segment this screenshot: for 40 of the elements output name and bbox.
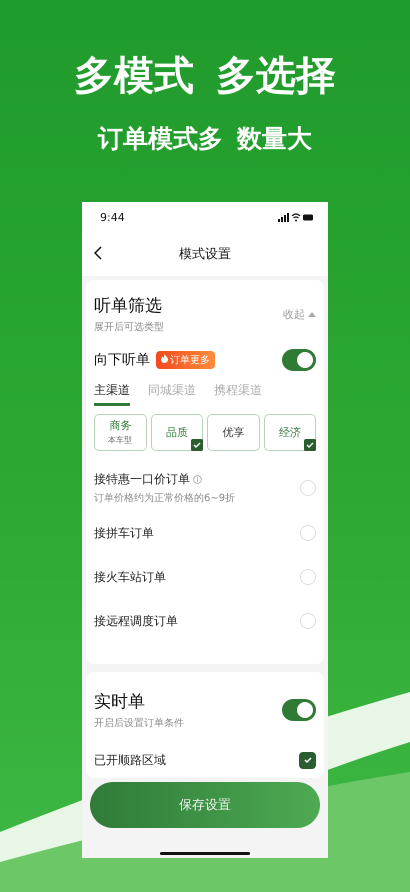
- flame-icon: [161, 354, 168, 363]
- check-icon: [191, 439, 203, 451]
- page-title: 模式设置: [179, 246, 231, 263]
- realtime-toggle[interactable]: [282, 699, 316, 721]
- car-type-option[interactable]: 商务 本车型: [94, 414, 146, 451]
- info-icon[interactable]: [193, 475, 202, 484]
- check-icon: [304, 439, 316, 451]
- status-icons-drawing: [278, 212, 314, 222]
- option-checkbox[interactable]: [300, 613, 316, 629]
- car-type-option[interactable]: 经济: [264, 414, 316, 451]
- option-hint: 订单价格约为正常价格的6~9折: [94, 492, 236, 505]
- check-icon: [304, 756, 312, 764]
- status-time: 9:44: [100, 210, 125, 224]
- option-checkbox[interactable]: [300, 525, 316, 541]
- option-label: 接特惠一口价订单: [94, 471, 190, 488]
- section-title: 实时单: [94, 691, 146, 713]
- option-checkbox[interactable]: [300, 480, 316, 496]
- headline: 多模式: [74, 52, 194, 100]
- section-subtitle: 开启后设置订单条件: [94, 716, 184, 730]
- collapse-toggle[interactable]: 收起: [283, 306, 316, 322]
- section-subtitle: 展开后可选类型: [94, 320, 164, 334]
- route-checkbox[interactable]: [299, 752, 316, 768]
- car-type-option[interactable]: 优享: [207, 414, 260, 451]
- save-button[interactable]: 保存设置: [90, 782, 320, 828]
- promo-badge: 订单更多: [156, 351, 215, 369]
- caret-icon: [308, 311, 316, 317]
- route-label: 已开顺路区域: [94, 752, 166, 768]
- headline: 多选择: [216, 52, 336, 100]
- listen-toggle[interactable]: [282, 349, 316, 371]
- listen-label: 向下听单: [94, 351, 150, 369]
- option-label: 接火车站订单: [94, 568, 166, 586]
- option-label: 接拼车订单: [94, 524, 154, 542]
- back-icon[interactable]: [94, 246, 102, 260]
- section-title: 听单筛选: [94, 295, 163, 317]
- option-label: 接远程调度订单: [94, 612, 178, 630]
- subheadline: 订单模式多: [98, 122, 223, 154]
- subheadline: 数量大: [237, 122, 312, 154]
- channel-tab[interactable]: 主渠道: [94, 382, 130, 406]
- option-checkbox[interactable]: [300, 569, 316, 585]
- car-type-option[interactable]: 品质: [150, 414, 203, 451]
